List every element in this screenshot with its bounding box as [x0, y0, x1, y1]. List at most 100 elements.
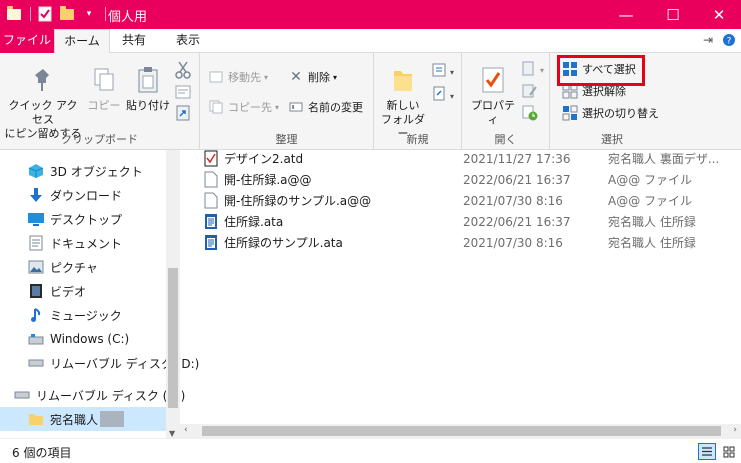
help-icon[interactable]: ?: [722, 33, 736, 50]
download-icon: [28, 187, 44, 203]
new-folder-icon[interactable]: [57, 4, 77, 24]
file-list-horizontal-scrollbar[interactable]: ‹ ›: [180, 424, 741, 438]
windows-drive-icon: [28, 331, 44, 347]
nav-item-windows-drive[interactable]: Windows (C:): [0, 327, 166, 351]
history-icon[interactable]: [522, 105, 538, 124]
file-date: 2021/11/27 17:36: [463, 151, 571, 166]
file-name: デザイン2.atd: [224, 152, 304, 166]
removable-drive-icon: [14, 387, 30, 403]
copy-button[interactable]: コピー: [84, 61, 124, 113]
horizontal-scrollbar-thumb[interactable]: [202, 426, 721, 436]
blank-file-icon: [204, 192, 218, 209]
qat-separator: [30, 7, 31, 21]
documents-icon: [28, 235, 44, 251]
delete-label: 削除: [308, 71, 330, 84]
rename-icon: [288, 99, 304, 115]
delete-x-icon: ✕: [290, 69, 302, 85]
scroll-right-arrow-icon[interactable]: ›: [733, 425, 737, 435]
paste-shortcut-icon[interactable]: [175, 105, 191, 124]
properties-check-icon: [466, 61, 520, 99]
tab-file[interactable]: ファイル: [0, 29, 54, 53]
clipboard-group: クイック アクセス にピン留めする コピー 貼り付け クリップボード: [0, 53, 200, 150]
file-name: 開-住所録.a@@: [224, 173, 312, 187]
scroll-left-arrow-icon[interactable]: ‹: [184, 425, 188, 435]
window-title: 個人用: [108, 10, 148, 25]
new-group: 新しい フォルダー ▾ ▾ 新規: [374, 53, 462, 150]
maximize-button[interactable]: ☐: [650, 0, 696, 29]
removable-drive-icon: [28, 355, 44, 371]
large-icons-view-icon[interactable]: [720, 443, 738, 460]
nav-scrollbar-thumb[interactable]: [168, 268, 178, 408]
nav-item-desktop[interactable]: デスクトップ: [0, 207, 166, 231]
copy-to-button[interactable]: コピー先 ▾: [208, 97, 279, 117]
file-row[interactable]: 住所録.ata 2022/06/21 16:37 宛名職人 住所録: [196, 211, 741, 232]
invert-selection-icon: [562, 105, 578, 121]
file-date: 2021/07/30 8:16: [463, 235, 563, 250]
nav-item-label: 宛名職人: [50, 412, 99, 427]
copy-path-icon[interactable]: [175, 85, 191, 102]
file-row[interactable]: 住所録のサンプル.ata 2021/07/30 8:16 宛名職人 住所録: [196, 232, 741, 253]
nav-item-videos[interactable]: ビデオ: [0, 279, 166, 303]
nav-item-label: 3D オブジェクト: [50, 164, 143, 179]
blank-file-icon: [204, 171, 218, 188]
nav-item-removable-d-root[interactable]: リムーバブル ディスク (D:): [0, 383, 185, 407]
new-folder-button[interactable]: 新しい フォルダー: [378, 61, 428, 141]
close-button[interactable]: ✕: [696, 0, 741, 29]
nav-item-removable-d[interactable]: リムーバブル ディスク (D:): [0, 351, 199, 375]
minimize-button[interactable]: —: [603, 0, 649, 29]
paste-button[interactable]: 貼り付け: [125, 61, 171, 113]
chevron-down-icon: ▾: [275, 102, 280, 112]
file-row[interactable]: 開-住所録のサンプル.a@@ 2021/07/30 8:16 A@@ ファイル: [196, 190, 741, 211]
ata-file-icon: [204, 213, 218, 230]
item-count: 6 個の項目: [12, 446, 72, 460]
customize-dropdown-icon[interactable]: ▾: [79, 4, 99, 24]
open-icon[interactable]: ▾: [522, 61, 546, 80]
rename-button[interactable]: 名前の変更: [288, 97, 363, 117]
nav-item-label: デスクトップ: [50, 212, 123, 227]
move-to-button[interactable]: 移動先 ▾: [208, 67, 268, 87]
ata-file-icon: [204, 234, 218, 251]
tab-share[interactable]: 共有: [112, 29, 156, 53]
easy-access-icon[interactable]: ▾: [432, 85, 454, 106]
properties-button[interactable]: プロパティ: [466, 61, 520, 127]
cut-icon[interactable]: [175, 61, 191, 82]
nav-item-atenashokunin[interactable]: 宛名職人: [0, 407, 166, 431]
nav-item-downloads[interactable]: ダウンロード: [0, 183, 166, 207]
scroll-down-arrow-icon[interactable]: ▼: [169, 429, 175, 438]
invert-selection-button[interactable]: 選択の切り替え: [562, 103, 659, 123]
redacted-block: [100, 411, 125, 427]
delete-button[interactable]: ✕ 削除 ▾: [288, 67, 337, 87]
music-icon: [28, 307, 44, 323]
move-to-icon: [208, 69, 224, 85]
properties-label: プロパティ: [471, 99, 515, 126]
move-to-label: 移動先: [228, 71, 261, 84]
edit-icon[interactable]: [522, 83, 538, 102]
pictures-icon: [28, 259, 44, 275]
file-date: 2022/06/21 16:37: [463, 172, 571, 187]
tab-view[interactable]: 表示: [166, 29, 210, 53]
quick-access-toolbar: ▾: [4, 4, 110, 24]
file-list: デザイン2.atd 2021/11/27 17:36 宛名職人 裏面デザ... …: [196, 150, 741, 424]
pin-ribbon-icon[interactable]: ⇥: [703, 33, 713, 47]
file-row[interactable]: 開-住所録.a@@ 2022/06/21 16:37 A@@ ファイル: [196, 169, 741, 190]
video-icon: [28, 283, 44, 299]
nav-item-3d-objects[interactable]: 3D オブジェクト: [0, 159, 166, 183]
nav-scrollbar[interactable]: ▼: [166, 150, 180, 438]
svg-text:?: ?: [727, 37, 732, 47]
nav-item-pictures[interactable]: ピクチャ: [0, 255, 166, 279]
file-row[interactable]: デザイン2.atd 2021/11/27 17:36 宛名職人 裏面デザ...: [196, 148, 741, 169]
nav-item-music[interactable]: ミュージック: [0, 303, 166, 327]
tab-home[interactable]: ホーム: [54, 29, 110, 54]
ribbon-tab-bar: ファイル ホーム 共有 表示 ⇥ ?: [0, 29, 741, 54]
new-item-icon[interactable]: ▾: [432, 61, 454, 82]
file-type: 宛名職人 住所録: [608, 236, 696, 250]
details-view-icon[interactable]: [698, 443, 716, 460]
new-folder-label-line1: 新しい: [386, 99, 420, 112]
nav-item-label: リムーバブル ディスク (D:): [36, 388, 186, 403]
paste-label: 貼り付け: [126, 99, 170, 112]
nav-item-label: ピクチャ: [50, 260, 98, 275]
properties-check-icon[interactable]: [35, 4, 55, 24]
nav-item-documents[interactable]: ドキュメント: [0, 231, 166, 255]
atd-file-icon: [204, 150, 218, 167]
pin-quick-access-button[interactable]: クイック アクセス にピン留めする: [4, 61, 82, 141]
